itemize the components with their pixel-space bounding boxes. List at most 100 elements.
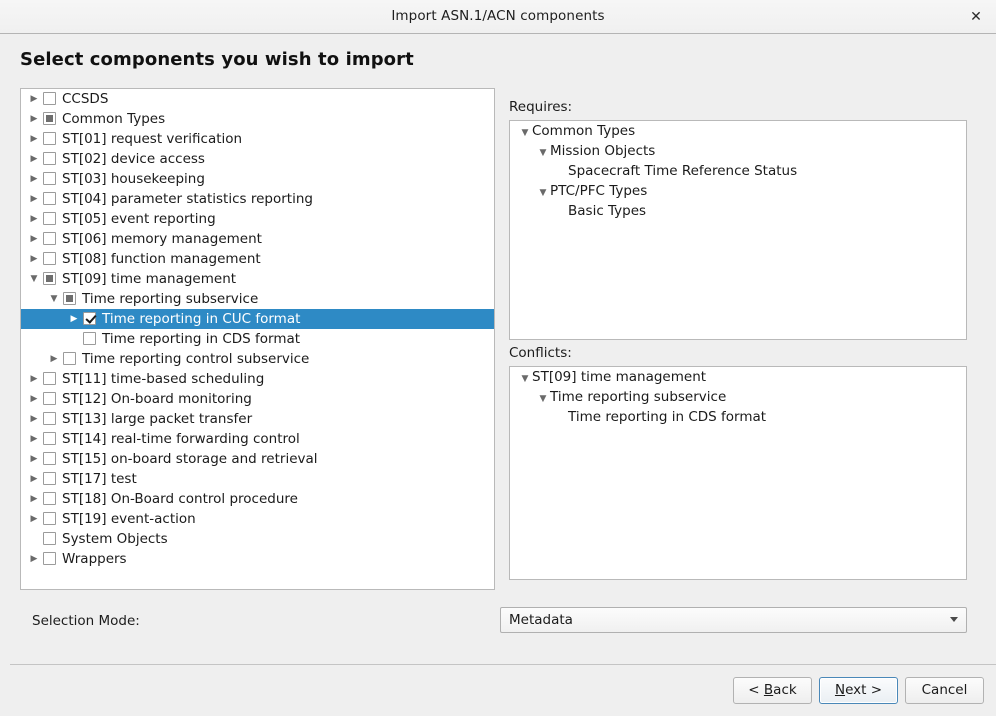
tree-item[interactable]: ▶ Time reporting in CDS format [21, 329, 494, 349]
cancel-button[interactable]: Cancel [905, 677, 984, 704]
tree-item[interactable]: ▶ Common Types [21, 109, 494, 129]
chevron-right-icon[interactable]: ▶ [27, 369, 41, 389]
selection-mode-dropdown[interactable]: Metadata [500, 607, 967, 633]
conflicts-item[interactable]: ▼ Time reporting subservice [510, 387, 966, 407]
chevron-down-icon[interactable]: ▼ [47, 289, 61, 309]
dialog-body: Select components you wish to import ▶ CC… [0, 35, 996, 664]
chevron-down-icon[interactable]: ▼ [536, 143, 550, 163]
tree-item-checkbox[interactable] [43, 231, 56, 245]
tree-item-checkbox[interactable] [43, 251, 56, 265]
tree-item[interactable]: ▶ ST[02] device access [21, 149, 494, 169]
tree-item-checkbox[interactable] [83, 331, 96, 345]
chevron-right-icon[interactable]: ▶ [47, 349, 61, 369]
chevron-right-icon[interactable]: ▶ [27, 429, 41, 449]
chevron-right-icon[interactable]: ▶ [27, 169, 41, 189]
requires-item[interactable]: ▼ PTC/PFC Types [510, 181, 966, 201]
tree-item-label: ST[19] event-action [62, 511, 196, 527]
chevron-down-icon[interactable]: ▼ [536, 183, 550, 203]
tree-item[interactable]: ▶ ST[12] On-board monitoring [21, 389, 494, 409]
requires-item[interactable]: ▼ Common Types [510, 121, 966, 141]
tree-item-checkbox[interactable] [43, 471, 56, 485]
tree-item-checkbox[interactable] [43, 431, 56, 445]
tree-item-checkbox[interactable] [43, 511, 56, 525]
requires-item[interactable]: ▶Spacecraft Time Reference Status [510, 161, 966, 181]
chevron-right-icon[interactable]: ▶ [27, 389, 41, 409]
tree-item-checkbox[interactable] [63, 351, 76, 365]
chevron-right-icon[interactable]: ▶ [27, 489, 41, 509]
chevron-right-icon[interactable]: ▶ [27, 509, 41, 529]
tree-item-label: ST[09] time management [62, 271, 237, 287]
chevron-right-icon[interactable]: ▶ [27, 249, 41, 269]
window-titlebar: Import ASN.1/ACN components ✕ [0, 0, 996, 34]
chevron-right-icon[interactable]: ▶ [27, 469, 41, 489]
tree-item[interactable]: ▶ ST[06] memory management [21, 229, 494, 249]
conflicts-item[interactable]: ▼ ST[09] time management [510, 367, 966, 387]
tree-item-checkbox[interactable] [43, 91, 56, 105]
chevron-right-icon[interactable]: ▶ [27, 189, 41, 209]
tree-item-checkbox[interactable] [43, 111, 56, 125]
tree-item[interactable]: ▶ ST[08] function management [21, 249, 494, 269]
tree-item-label: ST[18] On-Board control procedure [62, 491, 298, 507]
tree-item[interactable]: ▶ ST[11] time-based scheduling [21, 369, 494, 389]
tree-item-checkbox[interactable] [43, 131, 56, 145]
tree-item[interactable]: ▶ ST[14] real-time forwarding control [21, 429, 494, 449]
next-button[interactable]: Next > [819, 677, 898, 704]
window-title: Import ASN.1/ACN components [391, 8, 605, 24]
tree-item-checkbox[interactable] [43, 211, 56, 225]
requires-item[interactable]: ▶Basic Types [510, 201, 966, 221]
chevron-right-icon[interactable]: ▶ [27, 149, 41, 169]
tree-item[interactable]: ▶ ST[01] request verification [21, 129, 494, 149]
tree-item-checkbox[interactable] [43, 151, 56, 165]
tree-item-checkbox[interactable] [43, 391, 56, 405]
tree-item[interactable]: ▶ ST[17] test [21, 469, 494, 489]
tree-item[interactable]: ▶ Wrappers [21, 549, 494, 569]
chevron-down-icon[interactable]: ▼ [536, 389, 550, 409]
tree-item-checkbox[interactable] [43, 551, 56, 565]
tree-item[interactable]: ▶ Time reporting in CUC format [21, 309, 494, 329]
chevron-right-icon[interactable]: ▶ [27, 449, 41, 469]
tree-item-checkbox[interactable] [43, 271, 56, 285]
chevron-right-icon[interactable]: ▶ [27, 549, 41, 569]
chevron-down-icon[interactable]: ▼ [518, 123, 532, 143]
conflicts-tree[interactable]: ▼ ST[09] time management ▼ Time reporting s… [509, 366, 967, 580]
conflicts-item[interactable]: ▶Time reporting in CDS format [510, 407, 966, 427]
tree-item-checkbox[interactable] [43, 451, 56, 465]
tree-item-checkbox[interactable] [83, 311, 96, 325]
tree-spacer: ▶ [554, 203, 568, 223]
requires-tree[interactable]: ▼Common Types▼Mission Objects▶Spacecraft… [509, 120, 967, 340]
tree-item-checkbox[interactable] [63, 291, 76, 305]
tree-item[interactable]: ▶ ST[04] parameter statistics reporting [21, 189, 494, 209]
chevron-right-icon[interactable]: ▶ [27, 209, 41, 229]
tree-item[interactable]: ▶ System Objects [21, 529, 494, 549]
chevron-down-icon[interactable]: ▼ [27, 269, 41, 289]
back-button[interactable]: < Back [733, 677, 812, 704]
chevron-down-icon[interactable]: ▼ [518, 369, 532, 389]
tree-item-checkbox[interactable] [43, 371, 56, 385]
tree-item-checkbox[interactable] [43, 531, 56, 545]
tree-item-label: ST[14] real-time forwarding control [62, 431, 300, 447]
tree-item[interactable]: ▶ CCSDS [21, 89, 494, 109]
tree-item[interactable]: ▶ ST[13] large packet transfer [21, 409, 494, 429]
chevron-right-icon[interactable]: ▶ [27, 129, 41, 149]
chevron-right-icon[interactable]: ▶ [27, 89, 41, 109]
tree-item[interactable]: ▶ ST[15] on-board storage and retrieval [21, 449, 494, 469]
tree-item-checkbox[interactable] [43, 411, 56, 425]
component-tree[interactable]: ▶ CCSDS ▶ Common Types ▶ ST[01] request verif… [20, 88, 495, 590]
conflicts-item-label: Time reporting subservice [550, 389, 727, 405]
tree-item[interactable]: ▼ ST[09] time management [21, 269, 494, 289]
tree-item[interactable]: ▶ ST[18] On-Board control procedure [21, 489, 494, 509]
tree-item[interactable]: ▶ ST[03] housekeeping [21, 169, 494, 189]
requires-item[interactable]: ▼ Mission Objects [510, 141, 966, 161]
chevron-right-icon[interactable]: ▶ [27, 229, 41, 249]
chevron-right-icon[interactable]: ▶ [27, 409, 41, 429]
chevron-right-icon[interactable]: ▶ [27, 109, 41, 129]
tree-item[interactable]: ▼ Time reporting subservice [21, 289, 494, 309]
tree-item-label: ST[01] request verification [62, 131, 243, 147]
tree-item-checkbox[interactable] [43, 491, 56, 505]
close-icon[interactable]: ✕ [966, 8, 986, 28]
tree-item-checkbox[interactable] [43, 191, 56, 205]
tree-item[interactable]: ▶ ST[05] event reporting [21, 209, 494, 229]
tree-item-checkbox[interactable] [43, 171, 56, 185]
tree-item[interactable]: ▶ Time reporting control subservice [21, 349, 494, 369]
tree-item[interactable]: ▶ ST[19] event-action [21, 509, 494, 529]
